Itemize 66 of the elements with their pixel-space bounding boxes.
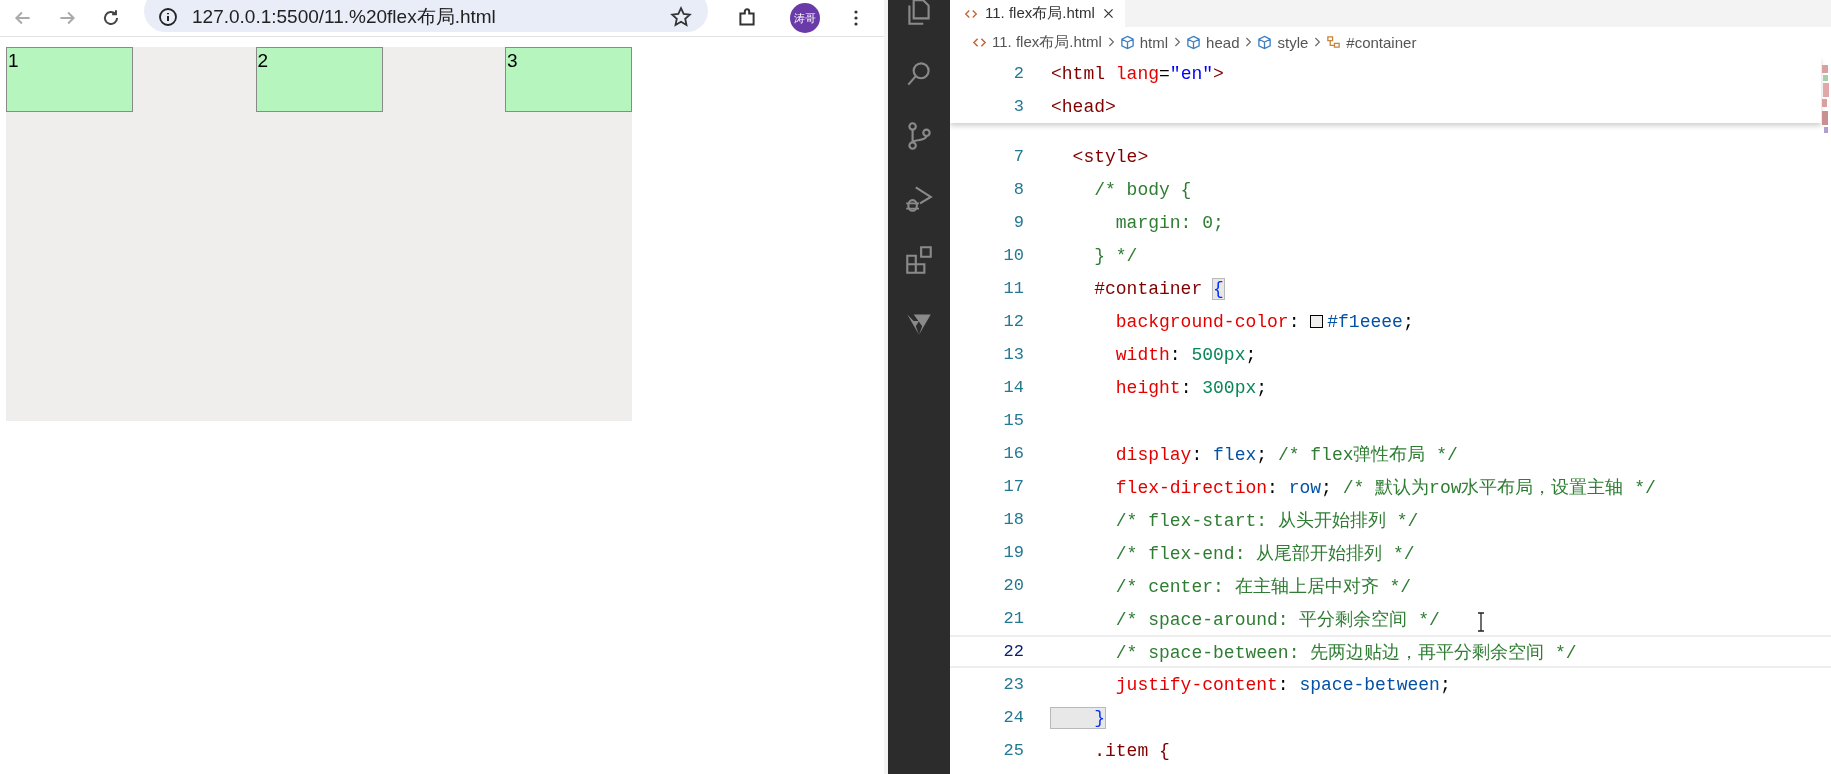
cube-icon [1186,34,1202,50]
line-number: 15 [1002,411,1024,430]
profile-avatar[interactable]: 涛哥 [790,3,820,33]
line-number: 19 [1002,543,1024,562]
cube-icon [1119,34,1135,50]
breadcrumb-item[interactable]: style [1277,33,1309,51]
line-number: 14 [1002,378,1024,397]
code-line: .item { [1093,740,1170,761]
code-line: /* space-between: 先两边贴边，再平分剩余空间 */ [1114,641,1577,664]
breadcrumb-item[interactable]: html [1139,33,1169,51]
flex-item: 1 [6,47,133,112]
code-line: justify-content: space-between; [1114,674,1451,695]
code-line: width: 500px; [1114,344,1257,365]
line-number: 9 [1012,213,1024,232]
chevron-icon [1313,35,1322,49]
code-line: margin: 0; [1114,212,1224,233]
code-line: background-color: #f1eeee; [1114,311,1414,332]
code-line: height: 300px; [1114,377,1268,398]
code-line: /* flex-start: 从头开始排列 */ [1114,509,1419,532]
line-number: 10 [1002,246,1024,265]
line-number: 11 [1002,279,1024,298]
info-icon[interactable] [158,7,178,27]
editor-tab[interactable]: 11. flex布局.html [950,0,1125,27]
close-icon[interactable] [1101,7,1115,20]
line-number: 16 [1002,444,1024,463]
chevron-icon [1106,35,1115,49]
text-cursor-icon [1476,612,1486,632]
code-line: /* body { [1093,179,1192,200]
code-line: display: flex; /* flex弹性布局 */ [1114,443,1458,466]
breadcrumb-item[interactable]: #container [1346,33,1417,51]
chevron-icon [1244,35,1253,49]
line-number: 25 [1002,741,1024,760]
cube-icon [1257,34,1273,50]
structure-icon [1326,34,1342,50]
line-number: 18 [1002,510,1024,529]
code-line: } */ [1093,245,1138,266]
line-number: 2 [1012,64,1024,83]
breadcrumb-item[interactable]: head [1206,33,1240,51]
extension-icon[interactable] [736,7,758,29]
more-icon[interactable] [852,8,860,28]
code-line: <html lang="en"> [1051,63,1224,84]
line-number: 21 [1002,609,1024,628]
code-line: /* center: 在主轴上居中对齐 */ [1114,575,1412,598]
line-number: 8 [1012,180,1024,199]
flex-item: 3 [505,47,632,112]
line-number: 12 [1002,312,1024,331]
code-line: <head> [1051,96,1116,117]
line-number: 23 [1002,675,1024,694]
code-line: <style> [1071,146,1149,167]
chevron-icon [1173,35,1182,49]
extensions-icon[interactable] [903,244,935,276]
line-number: 3 [1012,97,1024,116]
breadcrumb-item[interactable]: 11. flex布局.html [992,32,1102,52]
star-icon[interactable] [670,6,692,28]
code-line: /* flex-end: 从尾部开始排列 */ [1114,542,1415,565]
code-line: #container { [1093,278,1224,299]
line-number: 20 [1002,576,1024,595]
line-number: 7 [1012,147,1024,166]
line-number: 24 [1002,708,1024,727]
line-number: 17 [1002,477,1024,496]
code-line: flex-direction: row; /* 默认为row水平布局，设置主轴 */ [1114,476,1656,499]
address-bar[interactable]: 127.0.0.1:5500/11.%20flex布局.html [144,0,708,32]
flex-item: 2 [255,47,383,112]
line-number: 13 [1002,345,1024,364]
code-line: /* space-around: 平分剩余空间 */ [1114,608,1440,631]
line-number: 22 [1002,642,1024,661]
